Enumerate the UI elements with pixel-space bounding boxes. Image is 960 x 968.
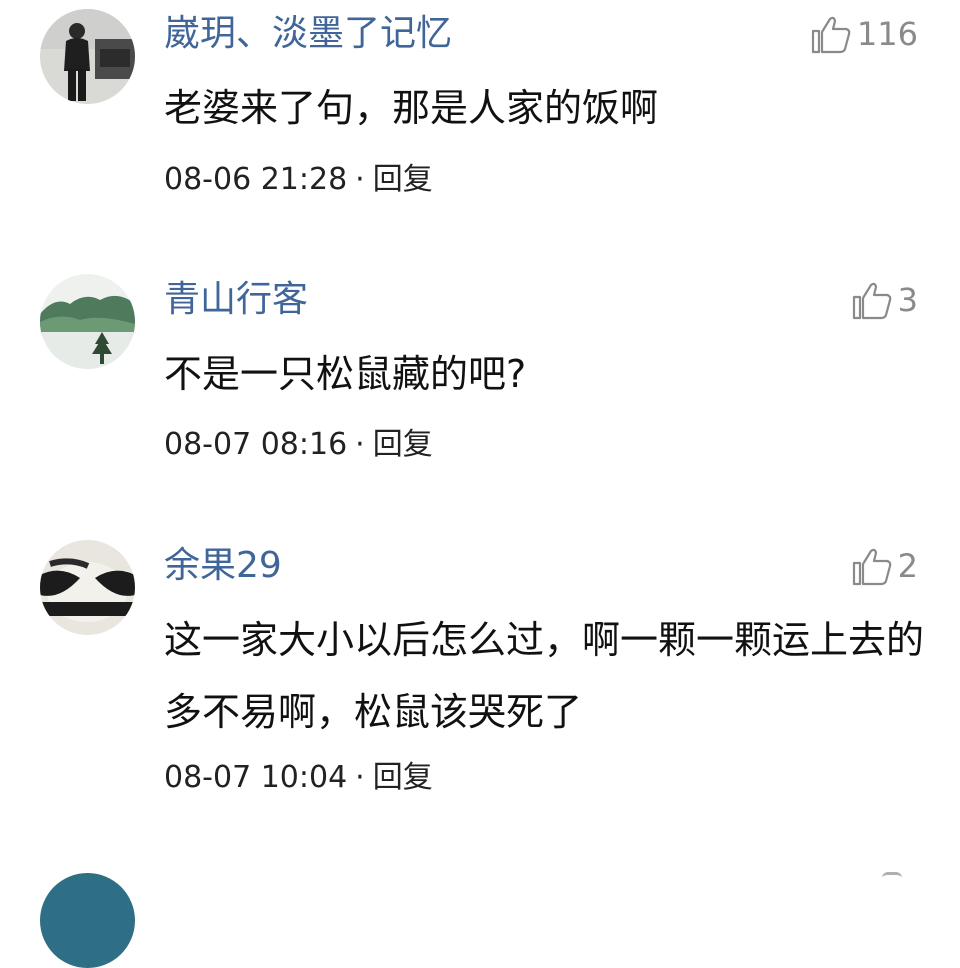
like-button[interactable]: 3 (850, 278, 918, 322)
timestamp: 08-07 10:04 (164, 760, 348, 795)
mountain-landscape-avatar-icon (40, 274, 135, 369)
panda-avatar-icon (40, 540, 135, 635)
thumbs-up-icon (852, 282, 891, 320)
username[interactable]: 青山行客 (164, 278, 308, 322)
separator: · (355, 760, 365, 795)
avatar[interactable] (40, 540, 135, 635)
comment-meta: 08-07 08:16 · 回复 (164, 425, 433, 465)
separator: · (355, 162, 365, 197)
timestamp: 08-06 21:28 (164, 162, 348, 197)
username[interactable]: 崴玥、淡墨了记忆 (164, 12, 452, 56)
timestamp: 08-07 08:16 (164, 427, 348, 462)
comment-meta: 08-07 10:04 · 回复 (164, 758, 433, 798)
avatar[interactable] (40, 274, 135, 369)
like-count: 116 (856, 15, 918, 53)
person-photo-avatar-icon (40, 9, 135, 104)
comment-text: 这一家大小以后怎么过，啊一颗一颗运上去的多不易啊，松鼠该哭死了 (164, 618, 925, 734)
like-button[interactable]: 116 (809, 12, 918, 56)
like-count: 2 (897, 547, 918, 585)
comment-text: 老婆来了句，那是人家的饭啊 (164, 86, 659, 130)
reply-button[interactable]: 回复 (373, 760, 433, 795)
thumbs-up-icon (811, 16, 851, 54)
reply-button[interactable]: 回复 (373, 427, 433, 462)
avatar[interactable] (40, 873, 135, 968)
avatar[interactable] (40, 9, 135, 104)
comment-text: 不是一只松鼠藏的吧? (164, 352, 527, 396)
reply-button[interactable]: 回复 (373, 162, 433, 197)
separator: · (355, 427, 365, 462)
thumbs-up-icon[interactable] (882, 872, 902, 889)
thumbs-up-icon (852, 548, 891, 586)
like-button[interactable]: 2 (850, 544, 918, 588)
username[interactable]: 余果29 (164, 544, 282, 588)
like-count: 3 (897, 281, 918, 319)
comment-meta: 08-06 21:28 · 回复 (164, 160, 433, 200)
